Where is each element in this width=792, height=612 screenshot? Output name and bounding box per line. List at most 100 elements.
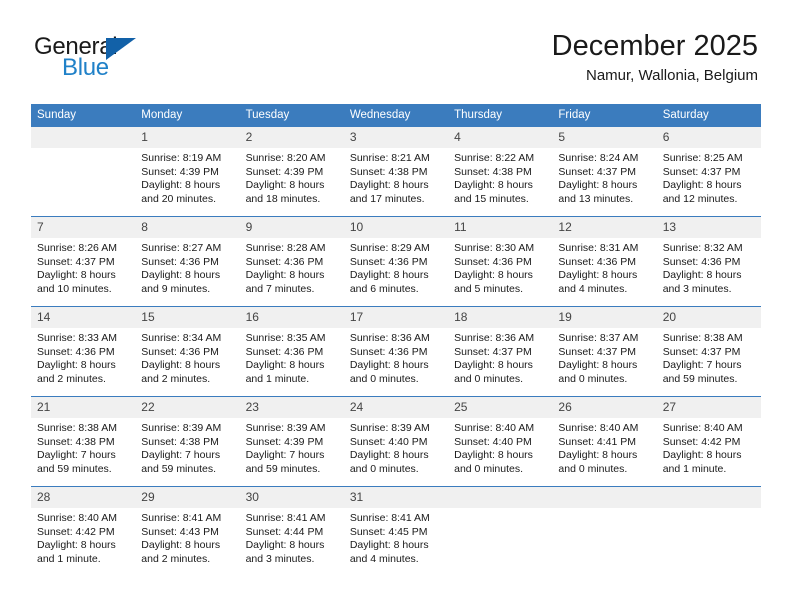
day-details: Sunrise: 8:29 AM Sunset: 4:36 PM Daylight:… [344,238,448,296]
sunrise-text: Sunrise: 8:33 AM [37,332,117,344]
day-details: Sunrise: 8:21 AM Sunset: 4:38 PM Daylight:… [344,148,448,206]
daylight-text-line2: and 3 minutes. [245,552,315,565]
sunrise-text: Sunrise: 8:36 AM [349,332,430,344]
day-number: 24 [343,397,449,418]
weekday-header-wednesday: Wednesday [349,109,411,121]
daylight-text-line1: Daylight: 7 hours [141,449,221,462]
calendar-day-cell[interactable]: 10 Sunrise: 8:29 AM Sunset: 4:36 PM Dayligh… [343,217,449,306]
brand-logo[interactable]: General Blue [34,28,244,90]
day-details: Sunrise: 8:39 AM Sunset: 4:40 PM Daylight:… [344,418,448,476]
sunset-text: Sunset: 4:37 PM [454,345,532,358]
day-details: Sunrise: 8:33 AM Sunset: 4:36 PM Daylight:… [31,328,135,386]
calendar-day-cell[interactable]: 6 Sunrise: 8:25 AM Sunset: 4:37 PM Daylight… [656,127,761,216]
daylight-text-line1: Daylight: 8 hours [141,179,221,192]
daylight-text-line1: Daylight: 8 hours [349,539,429,552]
sunrise-text: Sunrise: 8:27 AM [141,242,222,254]
calendar-day-cell[interactable]: 3 Sunrise: 8:21 AM Sunset: 4:38 PM Daylight… [343,127,449,216]
calendar-day-cell[interactable]: 23 Sunrise: 8:39 AM Sunset: 4:39 PM Dayligh… [239,397,344,486]
daylight-text-line2: and 13 minutes. [558,192,634,205]
day-number: 16 [239,307,344,328]
calendar-day-cell[interactable]: 5 Sunrise: 8:24 AM Sunset: 4:37 PM Daylight… [552,127,657,216]
daylight-text-line1: Daylight: 7 hours [245,449,325,462]
calendar-day-cell[interactable]: 2 Sunrise: 8:20 AM Sunset: 4:39 PM Daylight… [239,127,344,216]
calendar-day-cell[interactable]: 19 Sunrise: 8:37 AM Sunset: 4:37 PM Dayligh… [552,307,657,396]
day-number [448,487,553,508]
day-details: Sunrise: 8:30 AM Sunset: 4:36 PM Daylight:… [448,238,552,296]
sunset-text: Sunset: 4:38 PM [141,435,219,448]
daylight-text-line1: Daylight: 8 hours [141,269,221,282]
calendar-day-cell[interactable]: 27 Sunrise: 8:40 AM Sunset: 4:42 PM Dayligh… [656,397,761,486]
daylight-text-line1: Daylight: 7 hours [662,359,742,372]
sunset-text: Sunset: 4:38 PM [454,165,532,178]
daylight-text-line2: and 20 minutes. [141,192,216,205]
calendar-day-cell[interactable]: 13 Sunrise: 8:32 AM Sunset: 4:36 PM Dayligh… [656,217,761,306]
day-number: 17 [343,307,449,328]
sunrise-text: Sunrise: 8:25 AM [662,152,743,164]
sunset-text: Sunset: 4:45 PM [349,525,428,538]
day-number: 25 [448,397,553,418]
day-number: 14 [31,307,136,328]
calendar-day-cell[interactable]: 20 Sunrise: 8:38 AM Sunset: 4:37 PM Dayligh… [656,307,761,396]
calendar-day-cell[interactable]: 26 Sunrise: 8:40 AM Sunset: 4:41 PM Dayligh… [552,397,657,486]
day-number: 20 [656,307,761,328]
sunset-text: Sunset: 4:36 PM [141,345,219,358]
calendar-grid: Sunday Monday Tuesday Wednesday Thursday… [31,104,761,576]
day-number: 27 [656,397,761,418]
calendar-day-cell[interactable]: 29 Sunrise: 8:41 AM Sunset: 4:43 PM Dayligh… [135,487,240,576]
sunrise-text: Sunrise: 8:19 AM [141,152,222,164]
daylight-text-line2: and 1 minute. [662,462,727,475]
calendar-day-cell[interactable]: 15 Sunrise: 8:34 AM Sunset: 4:36 PM Dayligh… [135,307,240,396]
calendar-day-cell[interactable]: 7 Sunrise: 8:26 AM Sunset: 4:37 PM Daylight… [31,217,136,306]
sunset-text: Sunset: 4:37 PM [662,345,741,358]
day-number: 10 [343,217,449,238]
calendar-day-cell[interactable]: 30 Sunrise: 8:41 AM Sunset: 4:44 PM Dayligh… [239,487,344,576]
sunrise-text: Sunrise: 8:40 AM [37,512,117,524]
daylight-text-line1: Daylight: 8 hours [454,359,533,372]
calendar-day-cell[interactable]: 22 Sunrise: 8:39 AM Sunset: 4:38 PM Dayligh… [135,397,240,486]
daylight-text-line2: and 0 minutes. [349,372,419,385]
brand-triangle-icon [106,38,136,60]
brand-name-blue: Blue [62,54,109,81]
calendar-day-cell[interactable]: 16 Sunrise: 8:35 AM Sunset: 4:36 PM Dayligh… [239,307,344,396]
calendar-day-cell[interactable]: 17 Sunrise: 8:36 AM Sunset: 4:36 PM Dayligh… [343,307,449,396]
day-number: 23 [239,397,344,418]
calendar-day-cell[interactable]: 31 Sunrise: 8:41 AM Sunset: 4:45 PM Dayligh… [343,487,449,576]
daylight-text-line2: and 10 minutes. [37,282,112,295]
daylight-text-line2: and 6 minutes. [349,282,419,295]
day-number: 12 [552,217,657,238]
day-details: Sunrise: 8:39 AM Sunset: 4:39 PM Daylight:… [240,418,344,476]
day-details: Sunrise: 8:22 AM Sunset: 4:38 PM Daylight:… [448,148,552,206]
calendar-day-cell[interactable]: 9 Sunrise: 8:28 AM Sunset: 4:36 PM Daylight… [239,217,344,306]
day-details: Sunrise: 8:41 AM Sunset: 4:44 PM Daylight:… [240,508,344,566]
calendar-day-cell[interactable]: 25 Sunrise: 8:40 AM Sunset: 4:40 PM Dayligh… [448,397,553,486]
calendar-day-cell[interactable]: 12 Sunrise: 8:31 AM Sunset: 4:36 PM Dayligh… [552,217,657,306]
day-details: Sunrise: 8:24 AM Sunset: 4:37 PM Daylight:… [552,148,656,206]
day-number: 1 [135,127,240,148]
weekday-header-saturday: Saturday [662,109,709,121]
calendar-day-cell[interactable]: 24 Sunrise: 8:39 AM Sunset: 4:40 PM Dayligh… [343,397,449,486]
calendar-day-cell[interactable]: 18 Sunrise: 8:36 AM Sunset: 4:37 PM Dayligh… [448,307,553,396]
daylight-text-line2: and 59 minutes. [141,462,216,475]
calendar-day-cell[interactable]: 8 Sunrise: 8:27 AM Sunset: 4:36 PM Daylight… [135,217,240,306]
sunset-text: Sunset: 4:40 PM [454,435,532,448]
calendar-week-row: 21 Sunrise: 8:38 AM Sunset: 4:38 PM Dayligh… [31,396,761,486]
day-details: Sunrise: 8:41 AM Sunset: 4:45 PM Daylight:… [344,508,448,566]
calendar-day-cell[interactable]: 1 Sunrise: 8:19 AM Sunset: 4:39 PM Daylight… [135,127,240,216]
day-details: Sunrise: 8:37 AM Sunset: 4:37 PM Daylight:… [552,328,656,386]
daylight-text-line1: Daylight: 8 hours [454,449,533,462]
calendar-day-cell[interactable]: 4 Sunrise: 8:22 AM Sunset: 4:38 PM Daylight… [448,127,553,216]
sunset-text: Sunset: 4:38 PM [37,435,115,448]
sunset-text: Sunset: 4:41 PM [558,435,637,448]
page-subtitle-location: Namur, Wallonia, Belgium [585,67,758,84]
daylight-text-line1: Daylight: 8 hours [454,269,533,282]
calendar-day-cell[interactable]: 11 Sunrise: 8:30 AM Sunset: 4:36 PM Dayligh… [448,217,553,306]
daylight-text-line2: and 1 minute. [37,552,101,565]
day-number: 4 [448,127,553,148]
calendar-day-cell[interactable]: 21 Sunrise: 8:38 AM Sunset: 4:38 PM Dayligh… [31,397,136,486]
day-details: Sunrise: 8:19 AM Sunset: 4:39 PM Daylight:… [135,148,239,206]
sunrise-text: Sunrise: 8:41 AM [141,512,222,524]
calendar-day-cell[interactable]: 14 Sunrise: 8:33 AM Sunset: 4:36 PM Dayligh… [31,307,136,396]
sunset-text: Sunset: 4:36 PM [349,255,428,268]
calendar-day-cell[interactable]: 28 Sunrise: 8:40 AM Sunset: 4:42 PM Dayligh… [31,487,136,576]
daylight-text-line1: Daylight: 8 hours [349,449,429,462]
